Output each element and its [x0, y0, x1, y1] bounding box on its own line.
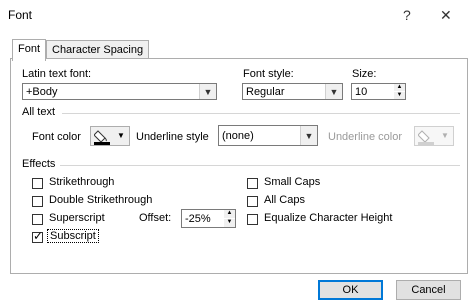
all-text-separator	[62, 113, 460, 114]
spin-up-icon[interactable]: ▲	[224, 210, 235, 218]
cancel-button[interactable]: Cancel	[396, 280, 461, 300]
chevron-down-icon[interactable]: ▼	[300, 126, 317, 145]
offset-spinner[interactable]: -25% ▲ ▼	[181, 209, 236, 228]
spin-up-icon[interactable]: ▲	[394, 84, 405, 91]
font-style-value: Regular	[246, 86, 285, 98]
superscript-checkbox[interactable]	[32, 214, 43, 225]
font-color-button[interactable]: ▼	[90, 126, 130, 146]
paint-bucket-icon	[94, 130, 110, 145]
latin-font-label: Latin text font:	[22, 68, 92, 80]
chevron-down-icon[interactable]: ▼	[325, 84, 342, 99]
checkmark-icon: ✓	[33, 229, 44, 243]
help-button[interactable]: ?	[403, 8, 411, 22]
tab-character-spacing-label: Character Spacing	[52, 44, 144, 56]
all-text-heading: All text	[22, 106, 56, 118]
underline-color-label: Underline color	[328, 131, 402, 143]
underline-style-label: Underline style	[136, 131, 209, 143]
subscript-checkbox[interactable]: ✓	[32, 229, 44, 243]
font-style-combo[interactable]: Regular ▼	[242, 83, 343, 100]
effects-heading: Effects	[22, 158, 56, 170]
dialog-title: Font	[8, 8, 33, 22]
underline-style-value: (none)	[222, 130, 254, 142]
paint-bucket-icon	[418, 130, 434, 145]
close-button[interactable]: ✕	[440, 8, 452, 22]
latin-font-value: +Body	[26, 86, 58, 98]
spin-down-icon[interactable]: ▼	[224, 219, 235, 227]
offset-label: Offset:	[139, 212, 172, 224]
latin-font-combo[interactable]: +Body ▼	[22, 83, 217, 100]
chevron-down-icon[interactable]: ▼	[199, 84, 216, 99]
all-caps-label: All Caps	[264, 194, 305, 206]
font-size-label: Size:	[352, 68, 377, 80]
tab-font-label: Font	[18, 43, 41, 55]
small-caps-label: Small Caps	[264, 176, 321, 188]
effects-separator	[60, 165, 460, 166]
underline-color-button: ▼	[414, 126, 454, 146]
spin-down-icon[interactable]: ▼	[394, 92, 405, 99]
superscript-label: Superscript	[49, 212, 105, 224]
font-color-swatch	[94, 142, 110, 145]
tab-font[interactable]: Font	[12, 39, 47, 61]
tab-character-spacing[interactable]: Character Spacing	[46, 40, 150, 60]
equalize-character-height-label: Equalize Character Height	[264, 212, 393, 224]
font-style-label: Font style:	[243, 68, 294, 80]
strikethrough-checkbox[interactable]	[32, 178, 43, 189]
subscript-label: Subscript	[47, 229, 99, 243]
equalize-character-height-checkbox[interactable]	[247, 214, 258, 225]
small-caps-checkbox[interactable]	[247, 178, 258, 189]
underline-style-combo[interactable]: (none) ▼	[218, 125, 318, 146]
font-color-label: Font color	[32, 131, 81, 143]
strikethrough-label: Strikethrough	[49, 176, 115, 188]
double-strikethrough-checkbox[interactable]	[32, 196, 43, 207]
offset-value: -25%	[185, 213, 211, 225]
double-strikethrough-label: Double Strikethrough	[49, 194, 153, 206]
chevron-down-icon: ▼	[441, 131, 449, 140]
all-caps-checkbox[interactable]	[247, 196, 258, 207]
font-size-combo[interactable]: 10 ▲ ▼	[351, 83, 406, 100]
chevron-down-icon: ▼	[117, 131, 125, 140]
font-size-value: 10	[355, 86, 368, 98]
ok-button[interactable]: OK	[318, 280, 383, 300]
